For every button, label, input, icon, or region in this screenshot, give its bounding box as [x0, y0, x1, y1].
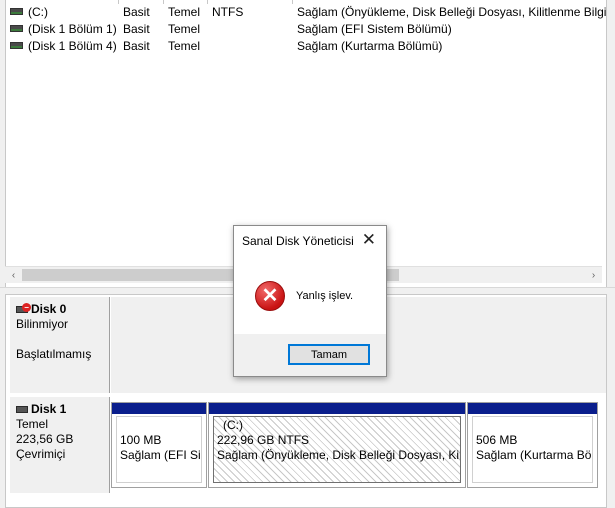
volume-layout: Basit — [123, 5, 150, 19]
drive-icon — [10, 42, 23, 49]
volume-name: (C:) — [28, 5, 48, 19]
disk-1-info[interactable]: Disk 1 Temel 223,56 GB Çevrimiçi — [10, 397, 110, 493]
volume-type: Temel — [168, 22, 201, 36]
volume-type: Temel — [168, 39, 201, 53]
disk-type: Bilinmiyor — [16, 317, 69, 331]
partition-header — [209, 403, 465, 414]
drive-icon — [10, 25, 23, 32]
dialog-title: Sanal Disk Yöneticisi — [242, 234, 354, 248]
drive-icon — [10, 8, 23, 15]
volume-row-disk1-part4[interactable]: (Disk 1 Bölüm 4) Basit Temel Sağlam (Kur… — [6, 38, 606, 55]
volume-status: Sağlam (Önyükleme, Disk Belleği Dosyası,… — [297, 5, 607, 19]
disk-type: Temel — [16, 417, 49, 431]
dialog-footer: Tamam — [234, 334, 386, 376]
volume-name: (Disk 1 Bölüm 1) — [28, 22, 117, 36]
disk-icon — [16, 406, 28, 413]
partition-efi[interactable]: 100 MB Sağlam (EFI Sist — [111, 402, 207, 488]
scroll-left-icon[interactable]: ‹ — [5, 268, 22, 283]
disk-0-info[interactable]: − Disk 0 Bilinmiyor Başlatılmamış — [10, 297, 110, 393]
volume-type: Temel — [168, 5, 201, 19]
disk-name: Disk 0 — [31, 302, 67, 316]
volume-layout: Basit — [123, 22, 150, 36]
volume-layout: Basit — [123, 39, 150, 53]
partition-status: Sağlam (Önyükleme, Disk Belleği Dosyası,… — [217, 448, 461, 462]
partition-label: (C:) — [223, 418, 243, 432]
dialog-message: Yanlış işlev. — [296, 290, 354, 302]
disk-error-icon: − — [22, 303, 31, 312]
volume-row-disk1-part1[interactable]: (Disk 1 Bölüm 1) Basit Temel Sağlam (EFI… — [6, 21, 606, 38]
scroll-right-icon[interactable]: › — [585, 268, 602, 283]
disk-size: 223,56 GB — [16, 432, 74, 446]
error-dialog: Sanal Disk Yöneticisi ✕ ✕ Yanlış işlev. … — [233, 225, 387, 377]
partition-status: Sağlam (EFI Sist — [120, 448, 202, 462]
volume-filesystem: NTFS — [212, 5, 244, 19]
disk-state: Çevrimiçi — [16, 447, 66, 461]
partition-header — [112, 403, 206, 414]
partition-header — [468, 403, 597, 414]
partition-size: 222,96 GB NTFS — [217, 433, 310, 447]
volume-status: Sağlam (EFI Sistem Bölümü) — [297, 22, 452, 36]
volume-row-c[interactable]: (C:) Basit Temel NTFS Sağlam (Önyükleme,… — [6, 4, 606, 21]
ok-button[interactable]: Tamam — [288, 344, 370, 365]
partition-status: Sağlam (Kurtarma Böl — [476, 448, 593, 462]
disk-name: Disk 1 — [31, 402, 67, 416]
volume-name: (Disk 1 Bölüm 4) — [28, 39, 117, 53]
partition-size: 100 MB — [120, 433, 162, 447]
disk-state: Başlatılmamış — [16, 347, 92, 361]
partition-c[interactable]: (C:) 222,96 GB NTFS Sağlam (Önyükleme, D… — [208, 402, 466, 488]
error-icon: ✕ — [255, 281, 285, 311]
volume-status: Sağlam (Kurtarma Bölümü) — [297, 39, 443, 53]
partition-size: 506 MB — [476, 433, 518, 447]
partition-recovery[interactable]: 506 MB Sağlam (Kurtarma Böl — [467, 402, 598, 488]
close-icon[interactable]: ✕ — [362, 231, 376, 248]
